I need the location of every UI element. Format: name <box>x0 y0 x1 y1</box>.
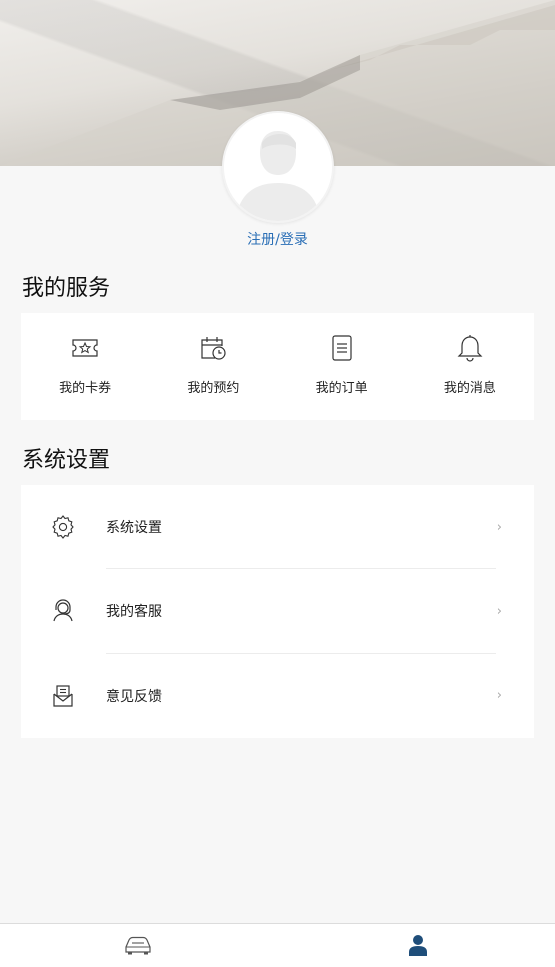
gear-icon <box>51 515 75 540</box>
settings-row-customer-service[interactable]: 我的客服 › <box>21 569 534 654</box>
feedback-icon <box>51 684 75 708</box>
services-section-title: 我的服务 <box>22 276 111 301</box>
service-label: 我的卡券 <box>59 381 112 396</box>
settings-card: 系统设置 › 我的客服 › 意见反馈 › <box>21 485 534 738</box>
default-avatar-icon <box>224 113 332 221</box>
bottom-tab-bar <box>0 923 555 967</box>
tab-car[interactable] <box>123 934 153 960</box>
login-register-link[interactable]: 注册/登录 <box>0 229 555 249</box>
chevron-right-icon: › <box>496 519 502 535</box>
service-label: 我的预约 <box>187 381 240 396</box>
settings-row-label: 我的客服 <box>106 604 162 621</box>
service-item-coupons[interactable]: 我的卡券 <box>21 313 149 420</box>
settings-section-title: 系统设置 <box>22 448 111 473</box>
settings-row-feedback[interactable]: 意见反馈 › <box>21 654 534 738</box>
customer-service-icon <box>51 599 75 623</box>
user-icon <box>408 934 428 960</box>
service-item-orders[interactable]: 我的订单 <box>278 313 406 420</box>
chevron-right-icon: › <box>496 603 502 619</box>
calendar-clock-icon <box>198 333 228 363</box>
service-item-messages[interactable]: 我的消息 <box>406 313 534 420</box>
service-item-appointments[interactable]: 我的预约 <box>149 313 277 420</box>
services-card: 我的卡券 我的预约 我的订单 我的消息 <box>21 313 534 420</box>
settings-row-system[interactable]: 系统设置 › <box>21 485 534 570</box>
service-label: 我的订单 <box>315 381 368 396</box>
order-list-icon <box>327 333 357 363</box>
bell-icon <box>455 333 485 363</box>
car-icon <box>123 934 153 960</box>
tab-profile[interactable] <box>403 934 433 960</box>
settings-row-label: 意见反馈 <box>106 688 162 705</box>
settings-row-label: 系统设置 <box>106 520 162 537</box>
coupon-icon <box>70 333 100 363</box>
chevron-right-icon: › <box>496 688 502 704</box>
service-label: 我的消息 <box>443 381 496 396</box>
avatar[interactable] <box>222 111 334 223</box>
